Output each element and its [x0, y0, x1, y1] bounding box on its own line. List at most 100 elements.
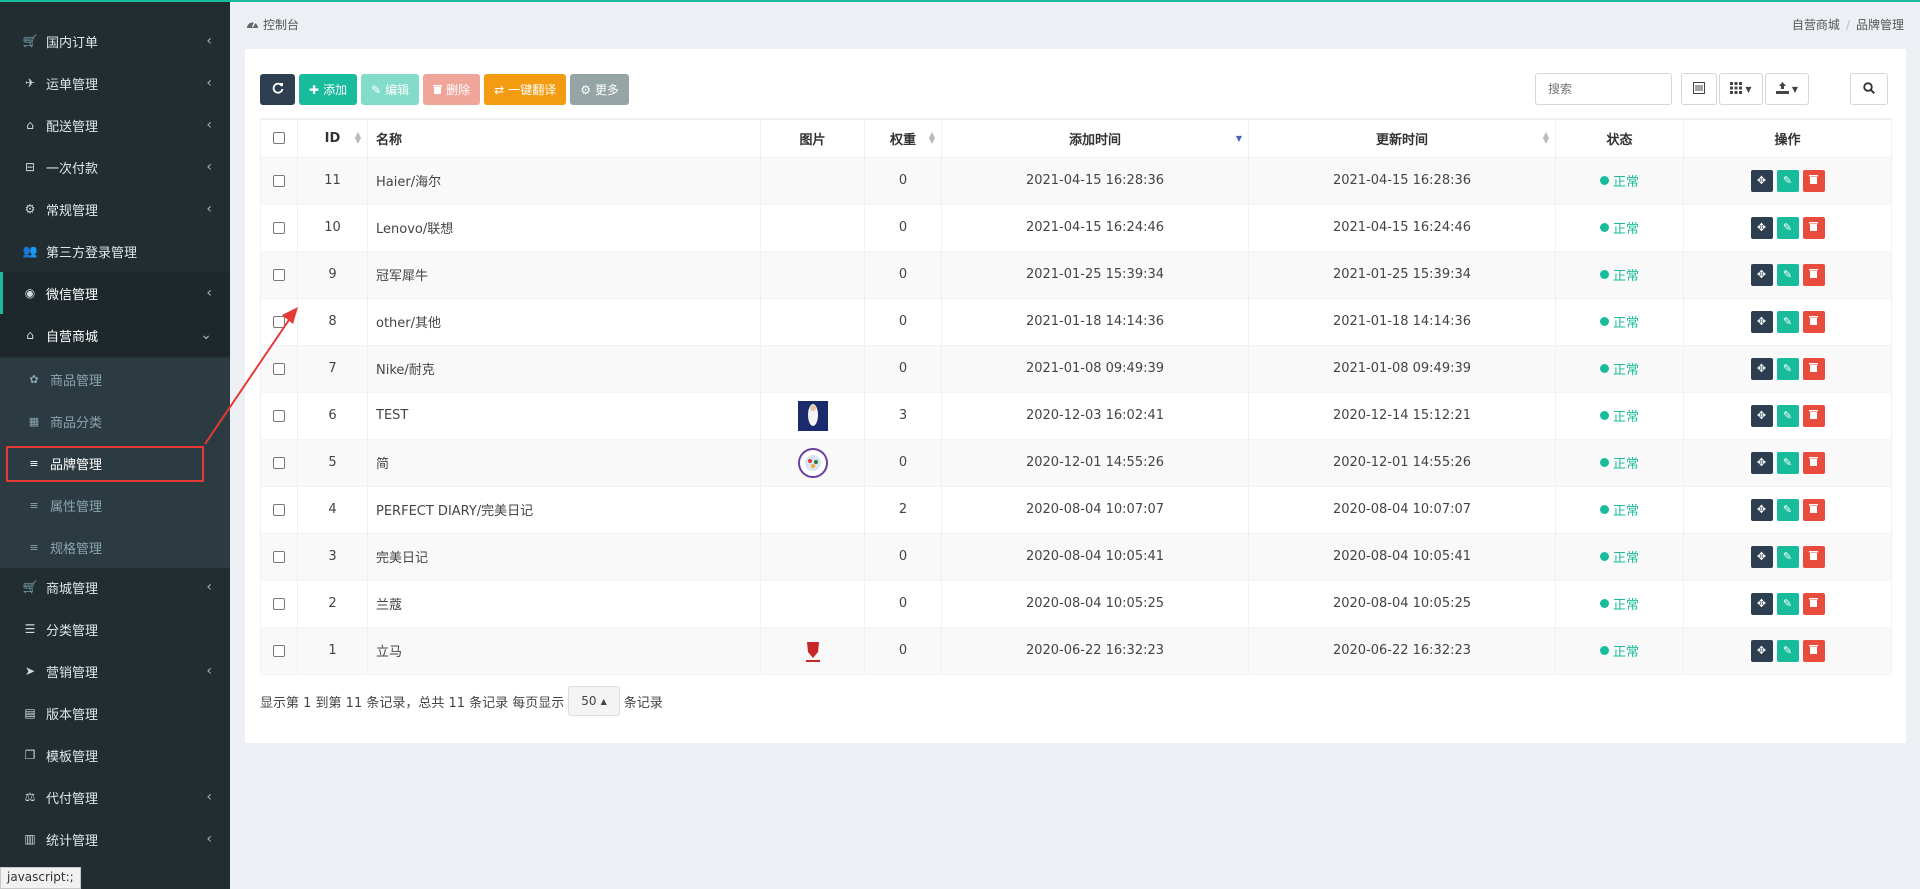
table-row[interactable]: 6 TEST 3 2020-12-03 16:02:41 2020-12-14 15:1… — [260, 392, 1892, 440]
row-edit-button[interactable]: ✎ — [1776, 498, 1799, 521]
dashboard-link[interactable]: 控制台 — [246, 16, 299, 33]
edit-button[interactable]: ✎ 编辑 — [361, 74, 420, 105]
submenu-item-3[interactable]: ≡ 属性管理 — [0, 484, 230, 526]
status-badge[interactable]: 正常 — [1599, 218, 1639, 237]
sidebar-item-11[interactable]: ▤ 版本管理 — [0, 692, 230, 734]
table-row[interactable]: 4 PERFECT DIARY/完美日记 2 2020-08-04 10:07:07 2… — [260, 486, 1892, 534]
row-checkbox[interactable] — [273, 174, 285, 187]
row-delete-button[interactable] — [1802, 451, 1825, 474]
table-row[interactable]: 3 完美日记 0 2020-08-04 10:05:41 2020-08-04 10:0… — [260, 533, 1892, 581]
sidebar-item-13[interactable]: ⚖ 代付管理 ‹ — [0, 776, 230, 818]
sidebar-item-4[interactable]: ⚙ 常规管理 ‹ — [0, 188, 230, 230]
breadcrumb-self-mall[interactable]: 自营商城 — [1792, 18, 1840, 32]
status-badge[interactable]: 正常 — [1599, 500, 1639, 519]
status-badge[interactable]: 正常 — [1599, 453, 1639, 472]
row-delete-button[interactable] — [1802, 639, 1825, 662]
column-header-weight[interactable]: 权重 ▲ ▼ — [864, 118, 942, 158]
brand-logo-image[interactable] — [797, 400, 828, 431]
search-button[interactable] — [1850, 73, 1888, 105]
status-badge[interactable]: 正常 — [1599, 594, 1639, 613]
submenu-item-4[interactable]: ≡ 规格管理 — [0, 526, 230, 568]
brand-logo-image[interactable] — [797, 447, 828, 478]
submenu-item-0[interactable]: ✿ 商品管理 — [0, 358, 230, 400]
row-delete-button[interactable] — [1802, 263, 1825, 286]
drag-sort-button[interactable]: ✥ — [1750, 216, 1773, 239]
row-checkbox[interactable] — [273, 550, 285, 563]
sidebar-item-5[interactable]: 👥 第三方登录管理 — [0, 230, 230, 272]
select-all-checkbox[interactable] — [273, 132, 285, 145]
row-edit-button[interactable]: ✎ — [1776, 592, 1799, 615]
row-edit-button[interactable]: ✎ — [1776, 404, 1799, 427]
sidebar-item-14[interactable]: ▥ 统计管理 ‹ — [0, 818, 230, 860]
row-delete-button[interactable] — [1802, 357, 1825, 380]
drag-sort-button[interactable]: ✥ — [1750, 451, 1773, 474]
sidebar-item-2[interactable]: ⌂ 配送管理 ‹ — [0, 104, 230, 146]
row-edit-button[interactable]: ✎ — [1776, 639, 1799, 662]
delete-button[interactable]: 删除 — [423, 74, 481, 105]
status-badge[interactable]: 正常 — [1599, 641, 1639, 660]
row-edit-button[interactable]: ✎ — [1776, 310, 1799, 333]
sidebar-item-0[interactable]: 🛒 国内订单 ‹ — [0, 20, 230, 62]
sidebar-item-7[interactable]: ⌂ 自营商城 ⌄ — [0, 314, 230, 356]
row-edit-button[interactable]: ✎ — [1776, 545, 1799, 568]
drag-sort-button[interactable]: ✥ — [1750, 639, 1773, 662]
row-delete-button[interactable] — [1802, 404, 1825, 427]
row-delete-button[interactable] — [1802, 545, 1825, 568]
status-badge[interactable]: 正常 — [1599, 265, 1639, 284]
sidebar-item-6[interactable]: ◉ 微信管理 ‹ — [0, 272, 230, 314]
status-badge[interactable]: 正常 — [1599, 406, 1639, 425]
status-badge[interactable]: 正常 — [1599, 547, 1639, 566]
toggle-view-button[interactable] — [1681, 73, 1717, 105]
row-delete-button[interactable] — [1802, 592, 1825, 615]
row-checkbox[interactable] — [273, 644, 285, 657]
row-edit-button[interactable]: ✎ — [1776, 216, 1799, 239]
sidebar-item-3[interactable]: ⊟ 一次付款 ‹ — [0, 146, 230, 188]
row-edit-button[interactable]: ✎ — [1776, 451, 1799, 474]
row-edit-button[interactable]: ✎ — [1776, 357, 1799, 380]
column-header-updated[interactable]: 更新时间 ▲ ▼ — [1248, 118, 1556, 158]
row-checkbox[interactable] — [273, 221, 285, 234]
translate-button[interactable]: ⇄ 一键翻译 — [484, 74, 567, 105]
sidebar-item-8[interactable]: 🛒 商城管理 ‹ — [0, 566, 230, 608]
page-size-dropdown[interactable]: 50 ▲ — [568, 686, 620, 716]
drag-sort-button[interactable]: ✥ — [1750, 404, 1773, 427]
table-row[interactable]: 5 简 0 2020-12-01 14:55:26 2020-12-01 14:55:2… — [260, 439, 1892, 487]
row-checkbox[interactable] — [273, 268, 285, 281]
sidebar-item-10[interactable]: ➤ 营销管理 ‹ — [0, 650, 230, 692]
row-checkbox[interactable] — [273, 409, 285, 422]
drag-sort-button[interactable]: ✥ — [1750, 545, 1773, 568]
status-badge[interactable]: 正常 — [1599, 359, 1639, 378]
drag-sort-button[interactable]: ✥ — [1750, 169, 1773, 192]
row-delete-button[interactable] — [1802, 216, 1825, 239]
row-edit-button[interactable]: ✎ — [1776, 263, 1799, 286]
table-row[interactable]: 2 兰蔻 0 2020-08-04 10:05:25 2020-08-04 10:05:… — [260, 580, 1892, 628]
drag-sort-button[interactable]: ✥ — [1750, 592, 1773, 615]
column-header-created[interactable]: 添加时间 ▼ — [941, 118, 1249, 158]
refresh-button[interactable] — [260, 74, 295, 105]
row-checkbox[interactable] — [273, 456, 285, 469]
row-edit-button[interactable]: ✎ — [1776, 169, 1799, 192]
submenu-item-1[interactable]: ▦ 商品分类 — [0, 400, 230, 442]
table-row[interactable]: 10 Lenovo/联想 0 2021-04-15 16:24:46 2021-04-1… — [260, 204, 1892, 252]
sidebar-item-9[interactable]: ☰ 分类管理 — [0, 608, 230, 650]
row-checkbox[interactable] — [273, 362, 285, 375]
row-delete-button[interactable] — [1802, 310, 1825, 333]
more-button[interactable]: ⚙ 更多 — [570, 74, 630, 105]
sidebar-item-12[interactable]: ❐ 模板管理 — [0, 734, 230, 776]
row-checkbox[interactable] — [273, 503, 285, 516]
row-checkbox[interactable] — [273, 597, 285, 610]
drag-sort-button[interactable]: ✥ — [1750, 310, 1773, 333]
search-input[interactable] — [1535, 73, 1672, 105]
row-delete-button[interactable] — [1802, 498, 1825, 521]
status-badge[interactable]: 正常 — [1599, 171, 1639, 190]
table-row[interactable]: 1 立马 0 2020-06-22 16:32:23 2020-06-22 16:32:… — [260, 627, 1892, 675]
columns-button[interactable]: ▼ — [1719, 73, 1763, 105]
row-delete-button[interactable] — [1802, 169, 1825, 192]
export-button[interactable]: ▼ — [1765, 73, 1809, 105]
brand-logo-image[interactable] — [798, 641, 828, 662]
drag-sort-button[interactable]: ✥ — [1750, 263, 1773, 286]
sidebar-item-1[interactable]: ✈ 运单管理 ‹ — [0, 62, 230, 104]
table-row[interactable]: 11 Haier/海尔 0 2021-04-15 16:28:36 2021-04-15… — [260, 157, 1892, 205]
status-badge[interactable]: 正常 — [1599, 312, 1639, 331]
row-checkbox[interactable] — [273, 315, 285, 328]
